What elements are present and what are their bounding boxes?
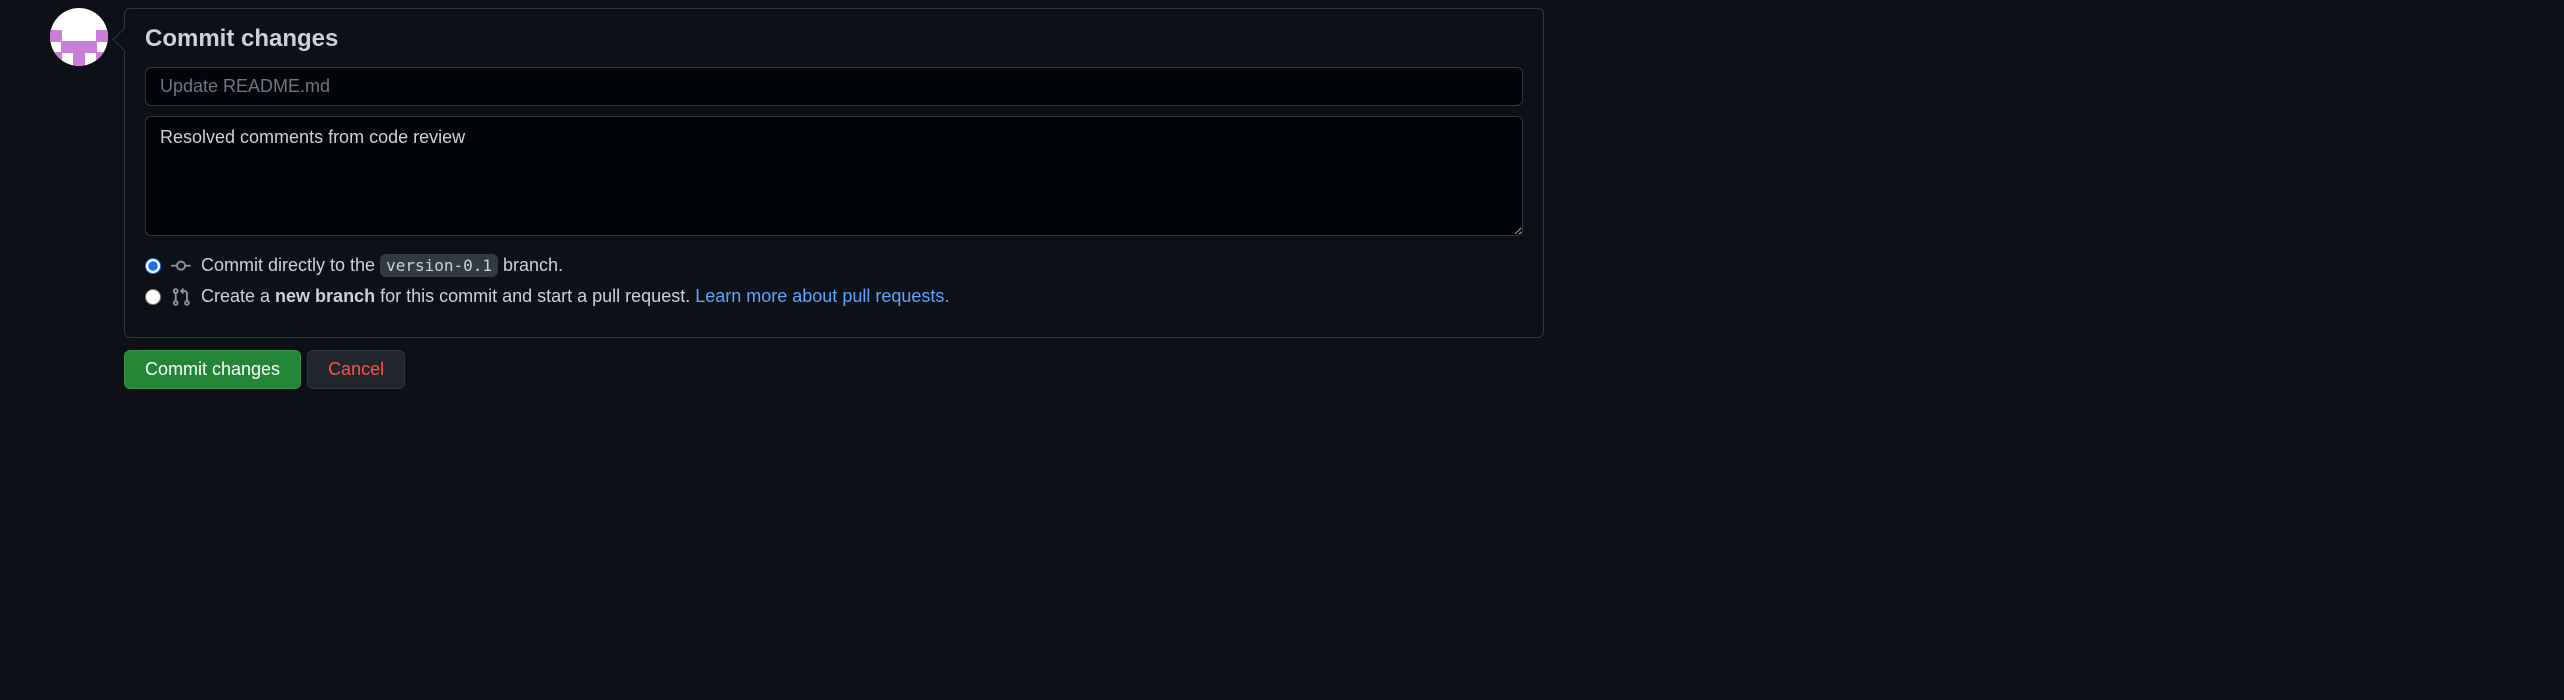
cancel-button[interactable]: Cancel xyxy=(307,350,405,389)
commit-changes-button[interactable]: Commit changes xyxy=(124,350,301,389)
commit-direct-option[interactable]: Commit directly to the version-0.1 branc… xyxy=(145,255,1523,276)
commit-direct-radio[interactable] xyxy=(145,258,161,274)
commit-form-box: Commit changes Commit directly to the ve… xyxy=(124,8,1544,338)
commit-description-textarea[interactable] xyxy=(145,116,1523,236)
commit-summary-input[interactable] xyxy=(145,67,1523,106)
learn-more-link[interactable]: Learn more about pull requests. xyxy=(695,286,949,306)
commit-direct-label: Commit directly to the version-0.1 branc… xyxy=(201,255,563,276)
git-commit-icon xyxy=(171,256,191,276)
branch-name-code: version-0.1 xyxy=(380,254,498,277)
commit-new-branch-radio[interactable] xyxy=(145,289,161,305)
git-pull-request-icon xyxy=(171,287,191,307)
commit-changes-section: Commit changes Commit directly to the ve… xyxy=(0,8,2564,389)
commit-heading: Commit changes xyxy=(145,25,1523,53)
commit-new-branch-option[interactable]: Create a new branch for this commit and … xyxy=(145,286,1523,307)
avatar xyxy=(50,8,108,66)
commit-button-row: Commit changes Cancel xyxy=(124,350,1544,389)
commit-new-branch-label: Create a new branch for this commit and … xyxy=(201,286,949,307)
commit-form-wrapper: Commit changes Commit directly to the ve… xyxy=(124,8,1544,389)
